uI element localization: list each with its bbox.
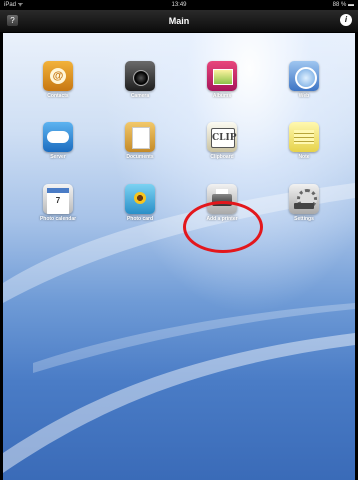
app-label: Clipboard xyxy=(210,154,234,160)
app-label: Web xyxy=(298,93,310,99)
clipboard-icon: CLIP xyxy=(207,122,237,152)
status-bar: iPad ᯤ 13:49 88 % ▬ xyxy=(0,0,358,10)
albums-icon xyxy=(207,61,237,91)
app-camera[interactable]: Camera xyxy=(105,61,175,99)
app-label: Camera xyxy=(130,93,150,99)
app-server[interactable]: Server xyxy=(23,122,93,160)
camera-icon xyxy=(125,61,155,91)
app-label: Add a printer xyxy=(206,216,238,222)
app-label: Settings xyxy=(294,216,314,222)
app-albums[interactable]: Albums xyxy=(187,61,257,99)
app-documents[interactable]: Documents xyxy=(105,122,175,160)
app-label: Documents xyxy=(126,154,154,160)
battery-label: 88 % ▬ xyxy=(332,2,354,8)
app-photo-calendar[interactable]: 7 Photo calendar xyxy=(23,184,93,222)
app-label: Photo calendar xyxy=(39,216,77,222)
app-add-printer[interactable]: Add a printer xyxy=(187,184,257,222)
app-clipboard[interactable]: CLIP Clipboard xyxy=(187,122,257,160)
server-icon xyxy=(43,122,73,152)
home-screen: @ Contacts Camera Albums Web Server Docu… xyxy=(3,33,355,480)
app-web[interactable]: Web xyxy=(269,61,339,99)
app-label: Note xyxy=(298,154,310,160)
navigation-bar: ? Main i xyxy=(0,10,358,33)
app-label: Albums xyxy=(212,93,232,99)
app-photo-card[interactable]: Photo card xyxy=(105,184,175,222)
app-settings[interactable]: Settings xyxy=(269,184,339,222)
photo-card-icon xyxy=(125,184,155,214)
contacts-icon: @ xyxy=(43,61,73,91)
app-label: Photo card xyxy=(126,216,154,222)
documents-icon xyxy=(125,122,155,152)
app-label: Contacts xyxy=(47,93,69,99)
info-icon[interactable]: i xyxy=(340,14,352,26)
app-note[interactable]: Note xyxy=(269,122,339,160)
page-title: Main xyxy=(168,16,190,26)
add-printer-icon xyxy=(207,184,237,214)
status-time: 13:49 xyxy=(171,2,187,8)
photo-calendar-icon: 7 xyxy=(43,184,73,214)
app-label: Server xyxy=(50,154,66,160)
note-icon xyxy=(289,122,319,152)
app-contacts[interactable]: @ Contacts xyxy=(23,61,93,99)
wallpaper-swoosh xyxy=(3,183,355,473)
settings-icon xyxy=(289,184,319,214)
web-icon xyxy=(289,61,319,91)
